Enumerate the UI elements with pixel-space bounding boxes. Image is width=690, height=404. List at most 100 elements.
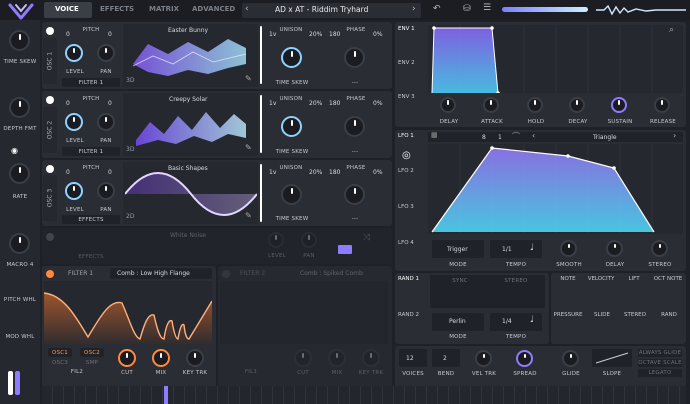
macro-3-label[interactable]: RATE bbox=[2, 194, 38, 200]
lfo-delay-knob[interactable] bbox=[606, 240, 623, 257]
osc-2-pitch-semitone[interactable]: 0 bbox=[108, 100, 112, 107]
osc-1-phase-amount[interactable]: 0% bbox=[373, 31, 383, 38]
osc-3-time-skew-label[interactable]: TIME SKEW bbox=[270, 216, 314, 222]
spread-knob[interactable] bbox=[516, 350, 533, 367]
sampler-pan-knob[interactable] bbox=[301, 232, 317, 248]
envelope-graph[interactable] bbox=[428, 25, 683, 93]
osc-3-phase-knob[interactable] bbox=[344, 184, 365, 205]
lfo-mode[interactable]: Trigger bbox=[447, 246, 468, 253]
osc-2-route-label[interactable]: FILTER 1 bbox=[62, 149, 120, 155]
osc-3-route-label[interactable]: EFFECTS bbox=[62, 217, 120, 223]
filter-2-power-button[interactable] bbox=[222, 270, 230, 278]
voices-value[interactable]: 12 bbox=[406, 355, 414, 362]
osc-2-wavetable-name[interactable]: Creepy Solar bbox=[169, 96, 207, 103]
lfo-beats[interactable]: 8 bbox=[482, 134, 486, 141]
osc-3-unison-amount[interactable]: 20% bbox=[309, 169, 322, 176]
rand-2-tab[interactable]: RAND 2 bbox=[398, 312, 419, 318]
filter-1-osc3-label[interactable]: OSC3 bbox=[48, 360, 72, 366]
sampler-power-button[interactable] bbox=[46, 233, 54, 241]
mod-velocity[interactable]: VELOCITY bbox=[585, 276, 617, 282]
keyboard[interactable] bbox=[42, 386, 686, 404]
glide-knob[interactable] bbox=[562, 350, 579, 367]
search-icon[interactable]: ⌕ bbox=[669, 25, 674, 35]
osc-3-phase-mode[interactable]: --- bbox=[338, 216, 372, 222]
osc-2-dimension[interactable]: 3D bbox=[126, 146, 134, 153]
preset-name[interactable]: AD x AT - Riddim Tryhard bbox=[275, 5, 368, 14]
lfo-1-tab[interactable]: LFO 1 bbox=[398, 133, 414, 139]
chevron-right-icon[interactable]: › bbox=[412, 4, 416, 14]
macro-1-label[interactable]: TIME SKEW bbox=[2, 59, 38, 65]
bend-value[interactable]: 2 bbox=[443, 355, 447, 362]
lfo-grid-icon[interactable]: ▦ bbox=[431, 131, 438, 139]
filter-2-route-label[interactable]: FIL1 bbox=[236, 369, 266, 375]
osc-2-phase-value[interactable]: 180 bbox=[329, 100, 340, 107]
osc-1-unison-amount[interactable]: 20% bbox=[309, 31, 322, 38]
osc-1-phase-mode[interactable]: --- bbox=[338, 80, 372, 86]
osc-1-position-slider[interactable] bbox=[260, 26, 262, 84]
macro-2-knob[interactable] bbox=[9, 97, 30, 118]
env-3-tab[interactable]: ENV 3 bbox=[398, 94, 415, 100]
filter-1-route-label[interactable]: FIL2 bbox=[62, 369, 92, 375]
lfo-curve-icon[interactable]: ⌒ bbox=[512, 131, 520, 142]
osc-3-time-skew-knob[interactable] bbox=[281, 184, 302, 205]
lfo-2-tab[interactable]: LFO 2 bbox=[398, 168, 414, 174]
osc-2-position-slider[interactable] bbox=[260, 95, 262, 153]
filter-2-response-graph[interactable] bbox=[220, 281, 388, 344]
osc-2-phase-knob[interactable] bbox=[344, 116, 365, 137]
env-hold-knob[interactable] bbox=[527, 97, 543, 113]
env-1-tab[interactable]: ENV 1 bbox=[398, 26, 415, 32]
lfo-shape-prev-icon[interactable]: ‹ bbox=[532, 131, 535, 140]
volume-meter[interactable] bbox=[502, 7, 588, 12]
rand-note-icon[interactable]: ♩ bbox=[530, 315, 534, 325]
pitch-wheel[interactable] bbox=[8, 371, 13, 395]
osc-2-time-skew-label[interactable]: TIME SKEW bbox=[270, 149, 314, 155]
osc-1-pitch-octave[interactable]: 0 bbox=[66, 31, 70, 38]
sampler-route[interactable]: EFFECTS bbox=[62, 254, 120, 260]
macro-4-label[interactable]: MACRO 4 bbox=[2, 262, 38, 268]
osc-2-edit-icon[interactable]: ✎ bbox=[245, 143, 252, 152]
osc-3-dimension[interactable]: 2D bbox=[126, 213, 134, 220]
note-icon[interactable]: ♩ bbox=[530, 243, 534, 253]
vital-logo[interactable] bbox=[6, 2, 36, 20]
osc-2-pitch-octave[interactable]: 0 bbox=[66, 100, 70, 107]
osc-1-edit-icon[interactable]: ✎ bbox=[245, 74, 252, 83]
macro-2-label[interactable]: DEPTH FMT bbox=[2, 126, 38, 132]
vel-trk-knob[interactable] bbox=[475, 350, 492, 367]
filter-1-type[interactable]: Comb : Low High Flange bbox=[117, 270, 190, 277]
osc-2-time-skew-knob[interactable] bbox=[281, 116, 302, 137]
mod-wheel-label[interactable]: MOD WHL bbox=[2, 334, 38, 340]
osc-3-side[interactable]: OSC 3 bbox=[43, 175, 57, 221]
osc-1-power-button[interactable] bbox=[46, 27, 54, 35]
osc-1-level-knob[interactable] bbox=[65, 44, 83, 62]
osc-2-pan-knob[interactable] bbox=[97, 113, 115, 131]
filter-1-cut-knob[interactable] bbox=[118, 349, 136, 367]
osc-1-side[interactable]: OSC 1 bbox=[43, 38, 57, 84]
env-attack-knob[interactable] bbox=[483, 97, 499, 113]
env-delay-knob[interactable] bbox=[440, 97, 456, 113]
undo-icon[interactable]: ↶ bbox=[433, 4, 441, 14]
filter-1-sample-label[interactable]: SMP bbox=[80, 360, 104, 366]
osc-2-unison-amount[interactable]: 20% bbox=[309, 100, 322, 107]
osc-3-phase-amount[interactable]: 0% bbox=[373, 169, 383, 176]
mod-note[interactable]: NOTE bbox=[554, 276, 582, 282]
sampler-loop-icon[interactable] bbox=[338, 245, 352, 254]
sampler-level-knob[interactable] bbox=[268, 232, 284, 248]
osc-1-dimension[interactable]: 3D bbox=[126, 77, 134, 84]
mod-pressure[interactable]: PRESSURE bbox=[553, 312, 583, 318]
osc-3-phase-value[interactable]: 180 bbox=[329, 169, 340, 176]
osc-1-pan-knob[interactable] bbox=[97, 44, 115, 62]
rand-tempo[interactable]: 1/4 bbox=[502, 318, 512, 325]
osc-3-pitch-octave[interactable]: 0 bbox=[66, 169, 70, 176]
lfo-4-tab[interactable]: LFO 4 bbox=[398, 240, 414, 246]
lfo-shape[interactable]: Triangle bbox=[593, 134, 617, 141]
tab-advanced[interactable]: ADVANCED bbox=[192, 5, 235, 13]
osc-1-wavetable-name[interactable]: Easter Bunny bbox=[168, 27, 208, 34]
mod-lift[interactable]: LIFT bbox=[620, 276, 648, 282]
rand-1-tab[interactable]: RAND 1 bbox=[398, 276, 419, 282]
osc-2-side[interactable]: OSC 2 bbox=[43, 107, 57, 153]
filter-2-mix-knob[interactable] bbox=[328, 349, 346, 367]
osc-1-phase-knob[interactable] bbox=[344, 47, 365, 68]
lfo-1-mod-icon[interactable]: ◎ bbox=[402, 150, 411, 161]
osc-3-wavetable-name[interactable]: Basic Shapes bbox=[168, 165, 208, 172]
keyboard-active-key[interactable] bbox=[164, 386, 168, 404]
